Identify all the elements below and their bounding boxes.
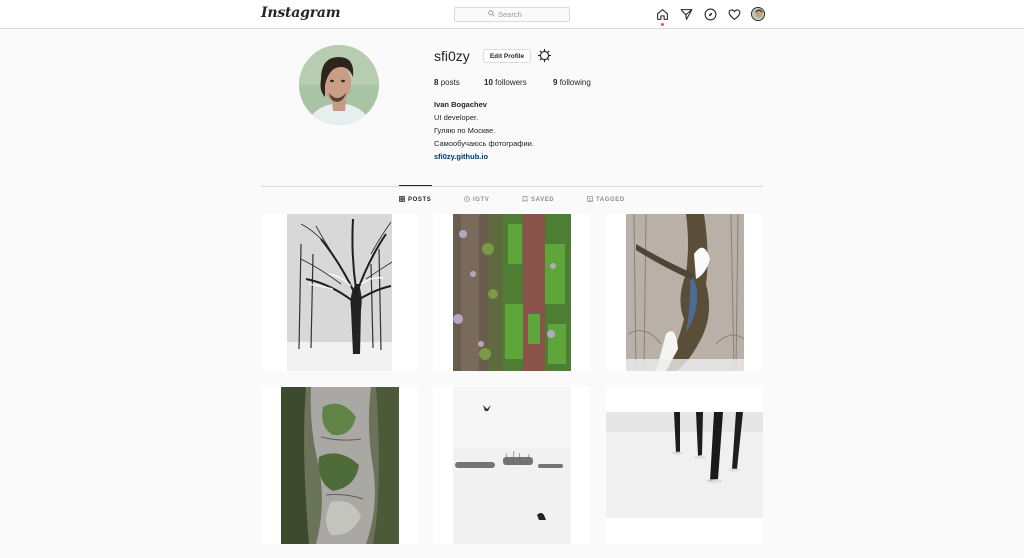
edit-profile-button[interactable]: Edit Profile	[483, 49, 531, 63]
search-box[interactable]	[454, 7, 570, 22]
tab-tagged[interactable]: TAGGED	[587, 196, 625, 204]
tab-posts[interactable]: POSTS	[399, 196, 431, 204]
post-thumbnail[interactable]	[606, 214, 763, 371]
tab-saved[interactable]: SAVED	[522, 196, 554, 204]
following-label: following	[559, 78, 591, 87]
tag-icon	[587, 196, 593, 204]
posts-label: posts	[440, 78, 460, 87]
snow-field-photo	[453, 387, 571, 544]
tab-label: IGTV	[473, 197, 490, 203]
bio-line: UI developer.	[434, 113, 479, 122]
tab-label: SAVED	[531, 197, 555, 203]
profile-website-link[interactable]: sfi0zy.github.io	[434, 152, 488, 161]
profile-avatar-small[interactable]	[751, 7, 765, 21]
dark-trunks-photo	[606, 412, 763, 518]
bio-line: Самообучаюсь фотографии.	[434, 139, 534, 148]
profile-picture[interactable]	[299, 45, 379, 125]
followers-count-value: 10	[484, 78, 493, 87]
search-icon	[488, 10, 495, 19]
post-thumbnail[interactable]	[261, 387, 418, 544]
instagram-logo[interactable]: Instagram	[261, 5, 341, 21]
top-navigation: Instagram	[0, 0, 1024, 29]
post-thumbnail[interactable]	[433, 387, 590, 544]
posts-count-value: 8	[434, 78, 439, 87]
tab-label: TAGGED	[596, 197, 625, 203]
posts-count: 8 posts	[434, 78, 460, 87]
post-thumbnail[interactable]	[261, 214, 418, 371]
following-link[interactable]: 9 following	[553, 78, 591, 87]
tab-label: POSTS	[408, 197, 432, 203]
post-thumbnail[interactable]	[606, 387, 763, 544]
home-icon[interactable]	[655, 7, 669, 21]
search-input[interactable]	[498, 10, 536, 19]
snowy-tree-photo	[287, 214, 393, 371]
post-thumbnail[interactable]	[433, 214, 590, 371]
mossy-trunk-photo	[453, 214, 571, 371]
settings-gear-icon[interactable]	[537, 48, 552, 63]
bio-line: Гуляю по Москве.	[434, 126, 496, 135]
tab-igtv[interactable]: IGTV	[464, 196, 489, 204]
followers-link[interactable]: 10 followers	[484, 78, 527, 87]
bookmark-icon	[522, 196, 528, 204]
profile-full-name: Ivan Bogachev	[434, 100, 487, 109]
peeling-bark-photo	[281, 387, 399, 544]
grid-icon	[399, 196, 405, 204]
explore-icon[interactable]	[703, 7, 717, 21]
notification-dot	[661, 23, 664, 26]
tabs-divider	[261, 186, 763, 187]
profile-username: sfi0zy	[434, 48, 470, 64]
activity-icon[interactable]	[727, 7, 741, 21]
followers-label: followers	[495, 78, 527, 87]
igtv-icon	[464, 196, 470, 204]
twisted-branch-photo	[626, 214, 745, 371]
following-count-value: 9	[553, 78, 558, 87]
direct-icon[interactable]	[679, 7, 693, 21]
active-tab-indicator	[399, 185, 432, 186]
